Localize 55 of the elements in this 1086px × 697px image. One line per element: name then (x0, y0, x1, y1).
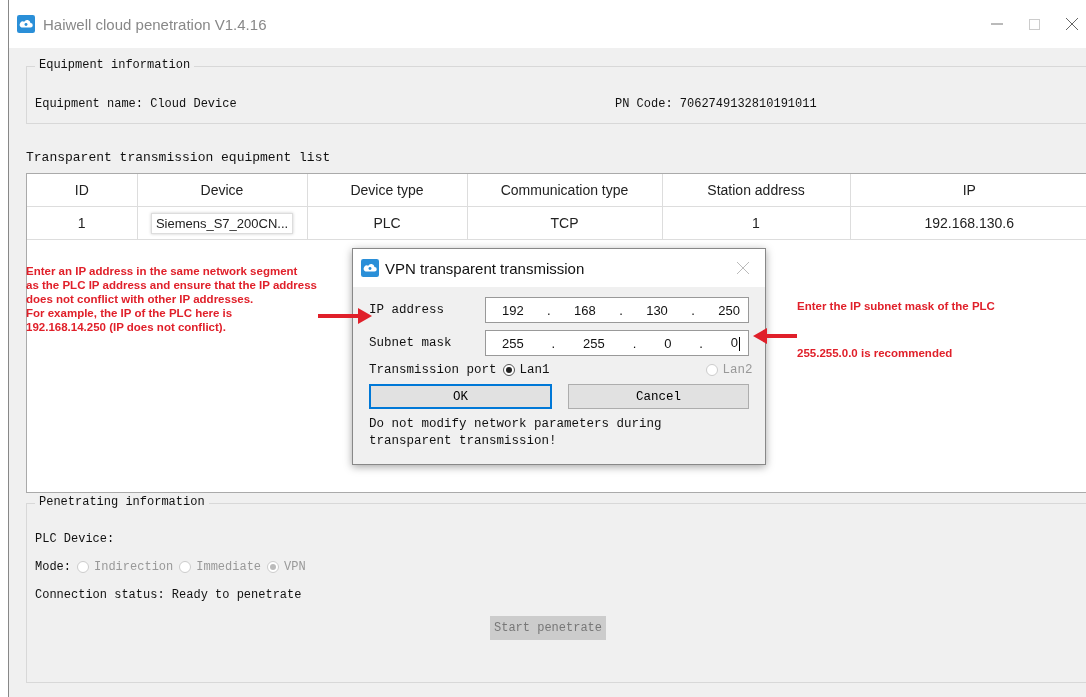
field-label: Subnet mask (369, 336, 453, 350)
column-header: ID (27, 174, 137, 207)
octet-value: 0 (730, 335, 740, 351)
port-label: Transmission port (369, 363, 497, 377)
annotation-text: Enter the IP subnet mask of the PLC (797, 299, 995, 313)
maximize-icon[interactable] (1029, 18, 1040, 30)
mode-label: Mode: (35, 560, 71, 574)
app-logo-icon (17, 15, 35, 33)
list-title: Transparent transmission equipment list (26, 150, 332, 165)
octet-value: 0 (664, 335, 672, 351)
connection-status: Connection status: Ready to penetrate (35, 588, 303, 602)
minimize-icon[interactable] (991, 23, 1003, 25)
group-title: Penetrating information (35, 495, 209, 509)
annotation-text: 255.255.0.0 is recommended (797, 346, 953, 360)
annotation-text: Enter an IP address in the same network segment as the PLC IP address and ensure that the IP address does not conflict with other IP addresses. For example, the IP of the PLC here is 192.168.14.250 (IP does not conflict). (26, 264, 317, 334)
table-cell: Siemens_S7_200CN... (150, 212, 294, 234)
pn-code: PN Code: 7062749132810191011 (615, 97, 817, 111)
plc-device-label: PLC Device: (35, 532, 116, 546)
octet-dot: . (547, 302, 551, 318)
octet-value: 255 (502, 335, 524, 351)
field-label: IP address (369, 303, 445, 317)
octet-value: 192 (502, 302, 524, 318)
dialog-title: VPN transparent transmission (385, 259, 586, 277)
octet-value: 250 (718, 302, 740, 318)
warning-text: Do not modify network parameters during transparent transmission! (369, 416, 663, 450)
column-header: IP (850, 174, 1086, 207)
octet-dot: . (619, 302, 623, 318)
table-cell: 1 (27, 206, 137, 240)
octet-dot: . (551, 335, 556, 351)
dialog-button[interactable]: OK (369, 384, 552, 409)
octet-value: 130 (646, 302, 668, 318)
table-cell: TCP (467, 206, 662, 240)
close-icon[interactable] (1066, 18, 1078, 30)
column-header: Device (137, 174, 307, 207)
arrow-annotation (318, 307, 372, 325)
octet-value: 255 (583, 335, 605, 351)
dialog-button[interactable]: Cancel (568, 384, 749, 409)
ip-field[interactable]: 255 . 255 . 0 . 0 (485, 330, 749, 356)
table-cell: 1 (662, 206, 850, 240)
equipment-name: Equipment name: Cloud Device (35, 97, 238, 111)
octet-dot: . (699, 335, 703, 351)
column-header: Communication type (467, 174, 662, 207)
ip-field[interactable]: 192 . 168 . 130 . 250 (485, 297, 749, 323)
column-header: Device type (307, 174, 467, 207)
app-logo-icon (361, 259, 379, 277)
window-title: Haiwell cloud penetration V1.4.16 (43, 15, 268, 33)
group-title: Equipment information (35, 58, 195, 72)
octet-dot: . (691, 302, 695, 318)
arrow-annotation (753, 327, 797, 345)
table-cell: PLC (307, 206, 467, 240)
column-header: Station address (662, 174, 850, 207)
table-cell: 192.168.130.6 (850, 206, 1086, 240)
octet-dot: . (632, 335, 637, 351)
octet-value: 168 (574, 302, 596, 318)
port-radio[interactable]: Lan1 (502, 363, 550, 377)
